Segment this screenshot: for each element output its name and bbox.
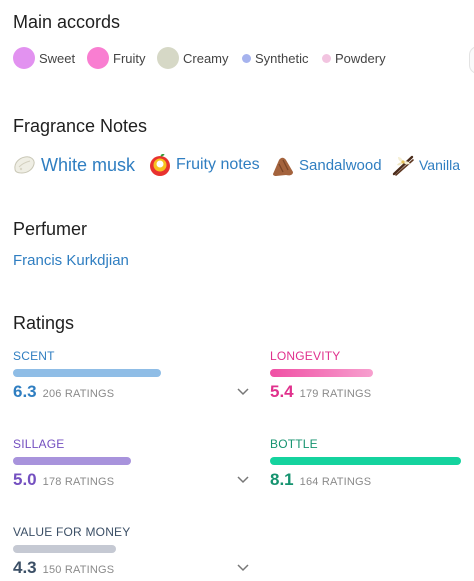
note-fruity-notes[interactable]: Fruity notes [149, 153, 260, 177]
rating-longevity: LONGEVITY 5.4 179 RATINGS [270, 349, 461, 402]
accord-label: Fruity [113, 50, 146, 66]
rating-count: 164 RATINGS [299, 476, 372, 488]
accord-creamy[interactable]: Creamy [157, 47, 229, 69]
rating-value: 5.4 [270, 382, 294, 401]
rating-count: 206 RATINGS [42, 388, 115, 400]
rating-bar [13, 545, 116, 553]
rating-count: 179 RATINGS [299, 388, 372, 400]
white-musk-icon [12, 153, 37, 177]
accord-sweet[interactable]: Sweet [13, 47, 75, 69]
rating-bar [13, 369, 161, 377]
chevron-down-icon[interactable] [237, 564, 249, 572]
perfumer-link[interactable]: Francis Kurkdjian [13, 252, 129, 269]
fruity-notes-icon [149, 153, 172, 177]
rating-name: BOTTLE [270, 437, 318, 451]
rating-value: 4.3 [13, 558, 37, 577]
rating-value: 8.1 [270, 470, 294, 489]
sandalwood-icon [271, 154, 295, 177]
rating-bar [13, 457, 131, 465]
accord-label: Powdery [335, 50, 386, 66]
rating-count: 178 RATINGS [42, 476, 115, 488]
note-label: White musk [41, 154, 136, 175]
rating-bar [270, 369, 373, 377]
fragrance-notes-title: Fragrance Notes [13, 116, 148, 136]
rating-scent: SCENT 6.3 206 RATINGS [13, 349, 248, 402]
accord-powdery-dot [322, 53, 331, 63]
main-accords-title: Main accords [13, 12, 121, 32]
accord-synthetic[interactable]: Synthetic [242, 47, 308, 69]
note-vanilla[interactable]: Vanilla [391, 153, 460, 177]
rating-bar [270, 457, 461, 465]
rating-name: SILLAGE [13, 437, 65, 451]
chevron-down-icon[interactable] [237, 476, 249, 484]
note-sandalwood[interactable]: Sandalwood [271, 153, 382, 177]
rating-sillage: SILLAGE 5.0 178 RATINGS [13, 437, 248, 490]
scroll-next-handle[interactable] [469, 46, 474, 74]
rating-name: LONGEVITY [270, 349, 341, 363]
note-white-musk[interactable]: White musk [12, 153, 135, 177]
accord-label: Synthetic [255, 50, 309, 66]
accord-powdery[interactable]: Powdery [322, 47, 386, 69]
perfumer-title: Perfumer [13, 219, 88, 239]
ratings-title: Ratings [13, 313, 75, 333]
rating-name: SCENT [13, 349, 55, 363]
rating-bottle: BOTTLE 8.1 164 RATINGS [270, 437, 461, 490]
accord-sweet-dot [13, 47, 35, 69]
accord-creamy-dot [157, 47, 179, 69]
accord-fruity-dot [87, 47, 109, 69]
note-label: Vanilla [419, 157, 460, 173]
accord-label: Creamy [183, 50, 229, 66]
vanilla-icon [391, 153, 415, 177]
chevron-down-icon[interactable] [237, 388, 249, 396]
accord-label: Sweet [39, 50, 76, 66]
rating-count: 150 RATINGS [42, 564, 115, 576]
note-label: Sandalwood [299, 156, 382, 174]
accord-fruity[interactable]: Fruity [87, 47, 146, 69]
rating-value-for-money: VALUE FOR MONEY 4.3 150 RATINGS [13, 525, 248, 578]
rating-name: VALUE FOR MONEY [13, 525, 131, 539]
note-label: Fruity notes [176, 156, 260, 173]
rating-value: 6.3 [13, 382, 37, 401]
rating-value: 5.0 [13, 470, 37, 489]
accord-synthetic-dot [242, 53, 251, 63]
